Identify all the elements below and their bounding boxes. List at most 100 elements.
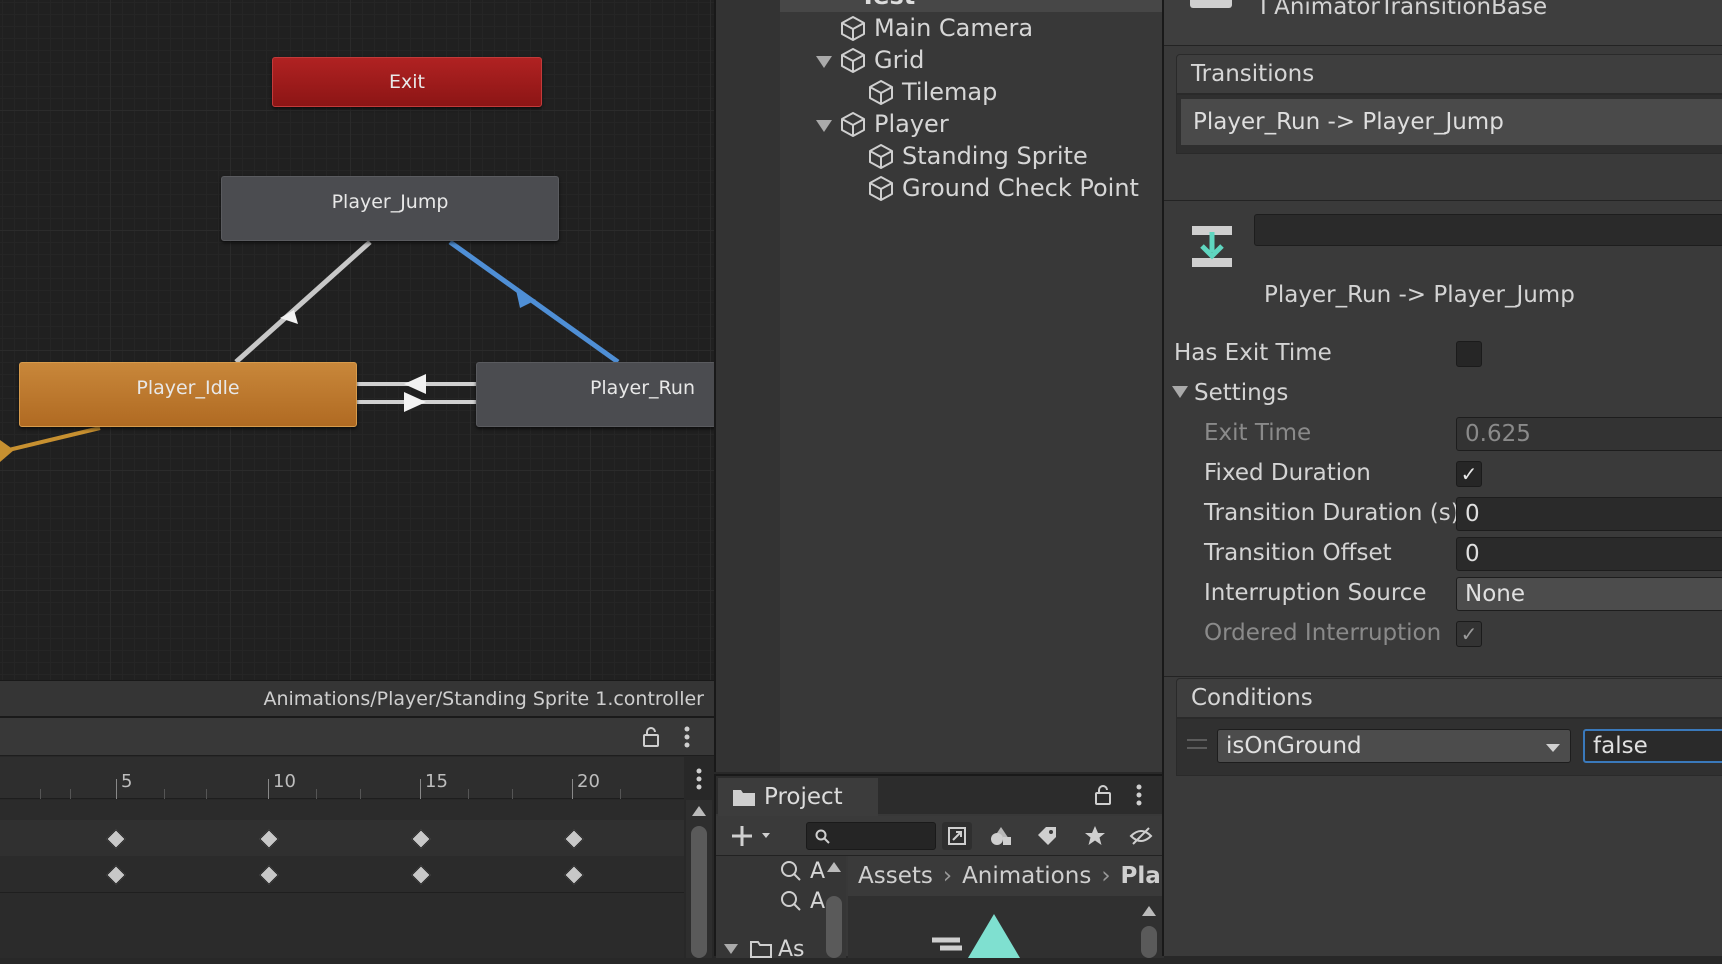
animation-clip-icon[interactable] [932, 906, 1042, 958]
hidden-packages-icon[interactable] [1124, 822, 1158, 850]
transition-arrow-entry [0, 440, 14, 462]
scroll-up-icon[interactable] [827, 862, 841, 872]
keyframe[interactable] [106, 865, 126, 885]
scrollbar-thumb[interactable] [826, 896, 842, 958]
breadcrumb-item[interactable]: Assets [858, 863, 933, 889]
hierarchy-item-label: Main Camera [874, 14, 1034, 42]
filter-by-type-icon[interactable] [984, 822, 1018, 850]
lock-icon[interactable] [636, 722, 666, 752]
state-node-player-idle[interactable]: Player_Idle [19, 362, 357, 427]
tab-project[interactable]: Project [718, 778, 878, 816]
fixed-duration-checkbox[interactable]: ✓ [1456, 461, 1482, 487]
ordered-interruption-label: Ordered Interruption [1204, 620, 1442, 646]
hierarchy-item-label: Grid [874, 46, 925, 74]
transition-run-to-jump[interactable] [448, 239, 620, 365]
content-scrollbar[interactable] [1138, 902, 1160, 958]
breadcrumb-item[interactable]: Pla [1121, 863, 1161, 889]
add-dropdown-button[interactable] [726, 820, 782, 852]
dopesheet[interactable] [0, 800, 684, 958]
keyframe[interactable] [106, 829, 126, 849]
folder-item-assets[interactable]: As [724, 934, 805, 964]
exit-time-label: Exit Time [1204, 420, 1312, 446]
timeline-tick-label: 20 [577, 771, 600, 792]
keyframe[interactable] [564, 865, 584, 885]
settings-foldout-icon[interactable] [1172, 386, 1188, 398]
keyframe[interactable] [411, 865, 431, 885]
timeline-menu-icon[interactable] [686, 762, 712, 796]
conditions-title: Conditions [1191, 685, 1313, 711]
transitions-header: Transitions [1176, 54, 1722, 94]
header-type-label: I AnimatorTransitionBase [1260, 0, 1548, 20]
transition-idle-to-jump[interactable] [234, 240, 372, 364]
filter-by-label-icon[interactable] [1030, 822, 1064, 850]
transition-entry-to-idle[interactable] [0, 426, 101, 454]
settings-label[interactable]: Settings [1194, 380, 1288, 406]
hierarchy-item-ground-check-point[interactable]: Ground Check Point [868, 172, 1139, 204]
lock-icon[interactable] [1088, 780, 1118, 810]
gameobject-icon [869, 176, 893, 201]
expand-triangle-icon[interactable] [816, 120, 832, 132]
state-node-player-run[interactable]: Player_Run [476, 362, 714, 427]
transition-offset-field[interactable]: 0 [1456, 537, 1722, 571]
transition-title: Player_Run -> Player_Jump [1264, 282, 1575, 308]
search-scope-icon[interactable] [942, 822, 972, 850]
hierarchy-item-label: Ground Check Point [902, 174, 1139, 202]
state-node-exit[interactable]: Exit [272, 57, 542, 107]
folder-tree-scrollbar[interactable] [824, 856, 844, 958]
scrollbar-thumb[interactable] [691, 826, 707, 958]
ordered-interruption-checkbox: ✓ [1456, 621, 1482, 647]
search-input[interactable] [806, 822, 936, 850]
keyframe[interactable] [411, 829, 431, 849]
breadcrumb-item[interactable]: Animations [962, 863, 1091, 889]
more-menu-icon[interactable] [1124, 780, 1154, 810]
scroll-up-icon[interactable] [1142, 906, 1156, 916]
conditions-header: Conditions [1176, 678, 1722, 718]
hierarchy-item-tilemap[interactable]: Tilemap [868, 76, 997, 108]
inspector-panel: I AnimatorTransitionBase Transitions Pla… [1162, 0, 1722, 956]
scrollbar-thumb[interactable] [1141, 926, 1157, 958]
animation-toolbar [0, 718, 714, 756]
transition-list-item[interactable]: Player_Run -> Player_Jump [1181, 99, 1722, 145]
condition-parameter-dropdown[interactable]: isOnGround [1217, 729, 1571, 763]
gameobject-icon [841, 48, 865, 73]
keyframe[interactable] [564, 829, 584, 849]
hierarchy-item-standing-sprite[interactable]: Standing Sprite [868, 140, 1088, 172]
transitions-title: Transitions [1191, 61, 1315, 87]
search-result-item[interactable]: A [780, 886, 825, 916]
condition-value-field[interactable]: false [1583, 729, 1722, 763]
has-exit-time-checkbox[interactable] [1456, 341, 1482, 367]
expand-triangle-icon[interactable] [816, 56, 832, 68]
animator-graph[interactable]: Exit Player_Jump Player_Idle Player_Run [0, 0, 714, 680]
expand-triangle-icon[interactable] [724, 944, 738, 954]
controller-path: Animations/Player/Standing Sprite 1.cont… [263, 687, 704, 710]
scene-header[interactable]: Test [780, 0, 1164, 12]
drag-handle-icon[interactable] [1187, 739, 1207, 749]
transition-arrow-idle-to-run [404, 392, 426, 412]
timeline-ruler[interactable]: 5 10 15 20 [0, 757, 684, 799]
project-folder-tree[interactable]: A A As [716, 856, 846, 962]
project-content-area[interactable]: Assets › Animations › Pla [848, 856, 1164, 958]
hierarchy-item-grid[interactable]: Grid [840, 44, 924, 76]
transition-arrow-run-to-idle [404, 374, 426, 394]
hierarchy-item-player[interactable]: Player [840, 108, 949, 140]
keyframe[interactable] [259, 829, 279, 849]
hierarchy-item-main-camera[interactable]: Main Camera [840, 12, 1033, 44]
state-node-label: Player_Run [589, 377, 695, 399]
transition-name-field[interactable] [1254, 214, 1722, 246]
favorite-star-icon[interactable] [1078, 822, 1112, 850]
interruption-source-dropdown[interactable]: None [1456, 577, 1722, 611]
controller-path-bar: Animations/Player/Standing Sprite 1.cont… [0, 680, 714, 716]
folder-icon [750, 941, 772, 958]
more-menu-icon[interactable] [672, 722, 702, 752]
chevron-down-icon [1546, 744, 1560, 752]
folder-icon [733, 790, 755, 806]
search-result-item[interactable]: A [780, 856, 825, 886]
state-node-label: Player_Jump [331, 191, 449, 213]
dopesheet-scrollbar[interactable] [686, 800, 712, 958]
hierarchy-panel: Test Main Camera Grid Tilemap Player Sta… [714, 0, 1164, 772]
keyframe[interactable] [259, 865, 279, 885]
transition-duration-field[interactable]: 0 [1456, 497, 1722, 531]
transition-header-icon [1190, 0, 1232, 8]
scroll-up-icon[interactable] [692, 806, 706, 816]
state-node-player-jump[interactable]: Player_Jump [221, 176, 559, 241]
